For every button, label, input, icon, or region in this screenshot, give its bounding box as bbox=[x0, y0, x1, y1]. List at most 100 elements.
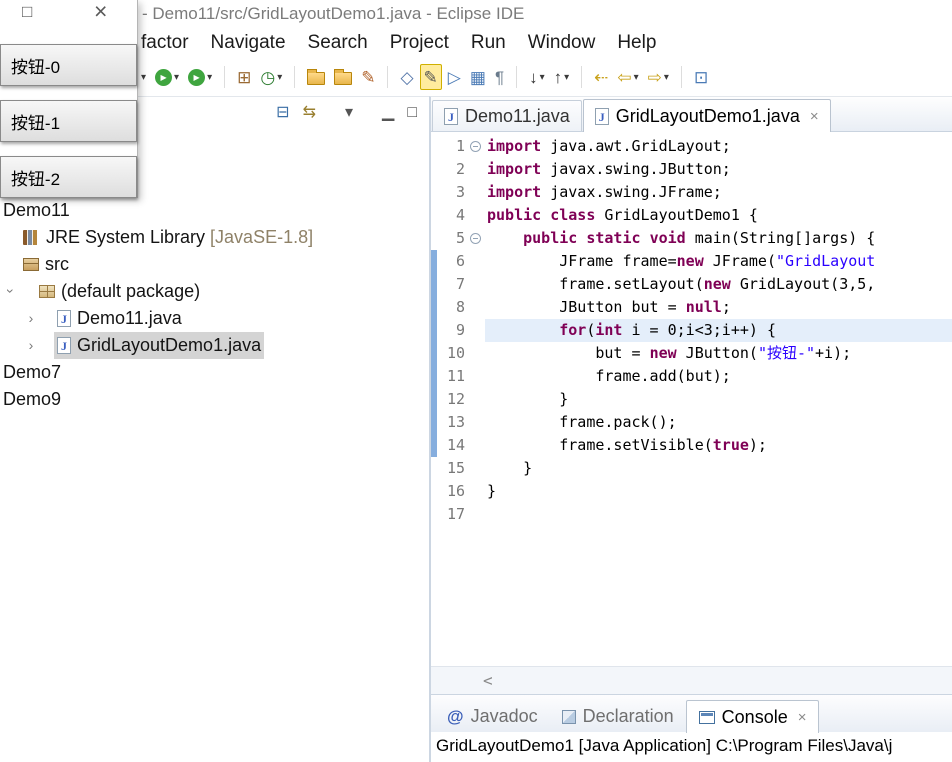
swing-button-0[interactable]: 按钮-0 bbox=[0, 44, 137, 86]
code-text: frame.setLayout(new GridLayout(3,5, bbox=[487, 275, 876, 293]
view-tab-label: Javadoc bbox=[470, 706, 538, 726]
tree-item-demo7[interactable]: Demo7 bbox=[0, 359, 429, 386]
line-number: 11 bbox=[446, 367, 465, 385]
menu-item-run[interactable]: Run bbox=[460, 32, 517, 54]
tree-item-default-package[interactable]: › (default package) bbox=[0, 278, 429, 305]
last-edit-location-icon[interactable]: ⇠ bbox=[591, 64, 611, 90]
menu-item-factor[interactable]: factor bbox=[130, 32, 200, 54]
code-text: JButton but = null; bbox=[487, 298, 731, 316]
menu-item-help[interactable]: Help bbox=[606, 32, 667, 54]
code-line-2[interactable]: 2 import javax.swing.JButton; bbox=[431, 158, 952, 181]
close-tab-icon[interactable]: × bbox=[810, 108, 819, 125]
collapse-all-icon[interactable]: ⊟ bbox=[276, 105, 289, 121]
chevron-collapsed-icon[interactable]: › bbox=[24, 310, 38, 326]
code-line-6[interactable]: 6 JFrame frame=new JFrame("GridLayout bbox=[431, 250, 952, 273]
tree-item-jre-system-library[interactable]: JRE System Library [JavaSE-1.8] bbox=[0, 224, 429, 251]
code-line-13[interactable]: 13 frame.pack(); bbox=[431, 411, 952, 434]
tab-console[interactable]: Console × bbox=[685, 700, 820, 733]
dropdown-arrow-icon: ▾ bbox=[277, 71, 283, 83]
code-line-15[interactable]: 15 } bbox=[431, 457, 952, 480]
show-whitespace-icon[interactable]: ¶ bbox=[492, 64, 507, 90]
line-number: 4 bbox=[455, 206, 465, 224]
open-type-icon[interactable]: ◇ bbox=[397, 64, 416, 90]
code-editor[interactable]: 1 import java.awt.GridLayout; 2 import java… bbox=[431, 132, 952, 666]
chevron-collapsed-icon[interactable]: › bbox=[24, 337, 38, 353]
annotate-pencil-icon[interactable]: ✎ bbox=[358, 64, 378, 90]
mark-occurrences-icon[interactable]: ✎ bbox=[419, 64, 442, 90]
tree-item-label: Demo9 bbox=[3, 389, 62, 409]
fold-collapse-icon[interactable] bbox=[470, 233, 481, 244]
line-number: 17 bbox=[446, 505, 465, 523]
maximize-icon[interactable]: □ bbox=[407, 105, 417, 121]
code-line-17[interactable]: 17 bbox=[431, 503, 952, 526]
swing-button-2[interactable]: 按钮-2 bbox=[0, 156, 137, 198]
next-annotation-icon[interactable]: ↓ ▾ bbox=[526, 64, 548, 90]
tab-javadoc[interactable]: @ Javadoc bbox=[435, 701, 550, 732]
dropdown-arrow-icon: ▾ bbox=[539, 71, 545, 83]
link-with-editor-icon[interactable]: ⇆ bbox=[303, 105, 316, 121]
package-icon bbox=[39, 285, 55, 298]
tree-item-label: GridLayoutDemo1.java bbox=[77, 335, 262, 355]
tree-item-suffix: [JavaSE-1.8] bbox=[205, 227, 314, 247]
tab-declaration[interactable]: Declaration bbox=[550, 701, 686, 732]
tree-item-demo11-java[interactable]: › Demo11.java bbox=[0, 305, 429, 332]
swing-button-label: 按钮-0 bbox=[10, 57, 61, 77]
editor-tab-demo11.java[interactable]: Demo11.java bbox=[432, 100, 582, 131]
code-line-3[interactable]: 3 import javax.swing.JFrame; bbox=[431, 181, 952, 204]
java-icon bbox=[57, 310, 71, 327]
fold-collapse-icon[interactable] bbox=[470, 141, 481, 152]
open-folder-icon[interactable] bbox=[304, 64, 328, 90]
coverage-icon[interactable]: ▶ ▾ bbox=[185, 64, 215, 90]
type-hierarchy-icon[interactable]: ▦ bbox=[467, 64, 489, 90]
code-line-12[interactable]: 12 } bbox=[431, 388, 952, 411]
line-number: 3 bbox=[455, 183, 465, 201]
tree-item-demo9[interactable]: Demo9 bbox=[0, 386, 429, 413]
run-icon[interactable]: ▶ ▾ bbox=[152, 64, 182, 90]
code-line-1[interactable]: 1 import java.awt.GridLayout; bbox=[431, 135, 952, 158]
menu-item-navigate[interactable]: Navigate bbox=[200, 32, 297, 54]
editor-horizontal-scrollbar[interactable]: < bbox=[431, 666, 952, 694]
code-line-8[interactable]: 8 JButton but = null; bbox=[431, 296, 952, 319]
code-line-4[interactable]: 4 public class GridLayoutDemo1 { bbox=[431, 204, 952, 227]
close-view-icon[interactable]: × bbox=[798, 709, 807, 726]
previous-annotation-icon[interactable]: ↑ ▾ bbox=[551, 64, 573, 90]
view-menu-icon[interactable]: ▾ bbox=[345, 105, 353, 121]
java-icon bbox=[57, 337, 71, 354]
code-text: import javax.swing.JButton; bbox=[487, 160, 731, 178]
code-line-11[interactable]: 11 frame.add(but); bbox=[431, 365, 952, 388]
code-text: import javax.swing.JFrame; bbox=[487, 183, 722, 201]
code-line-10[interactable]: 10 but = new JButton("按钮-"+i); bbox=[431, 342, 952, 365]
editor-tab-gridlayoutdemo1.java[interactable]: GridLayoutDemo1.java × bbox=[582, 99, 831, 132]
eclipse-window: - Demo11/src/GridLayoutDemo1.java - Ecli… bbox=[0, 0, 952, 762]
code-line-16[interactable]: 16} bbox=[431, 480, 952, 503]
code-text: JFrame frame=new JFrame("GridLayout bbox=[487, 252, 876, 270]
tree-item-src[interactable]: src bbox=[0, 251, 429, 278]
swing-button-1[interactable]: 按钮-1 bbox=[0, 100, 137, 142]
show-selected-element-icon[interactable]: ▷ bbox=[445, 64, 464, 90]
pin-editor-icon[interactable]: ⊡ bbox=[691, 64, 711, 90]
line-number: 9 bbox=[455, 321, 465, 339]
forward-icon[interactable]: ⇨ ▾ bbox=[645, 64, 672, 90]
tree-item-gridlayoutdemo1-java[interactable]: › GridLayoutDemo1.java bbox=[0, 332, 429, 359]
new-java-project-icon[interactable]: ⊞ bbox=[234, 64, 254, 90]
minimize-icon[interactable]: ▁ bbox=[382, 105, 394, 121]
close-icon[interactable]: × bbox=[94, 0, 107, 25]
chevron-expanded-icon[interactable]: › bbox=[3, 284, 19, 298]
maximize-icon[interactable]: □ bbox=[22, 2, 32, 22]
scroll-left-arrow[interactable]: < bbox=[483, 671, 493, 690]
code-line-7[interactable]: 7 frame.setLayout(new GridLayout(3,5, bbox=[431, 273, 952, 296]
code-line-14[interactable]: 14 frame.setVisible(true); bbox=[431, 434, 952, 457]
code-line-5[interactable]: 5 public static void main(String[]args) … bbox=[431, 227, 952, 250]
external-tools-icon[interactable]: ◷ ▾ bbox=[257, 64, 285, 90]
code-text: public class GridLayoutDemo1 { bbox=[487, 206, 758, 224]
menu-item-window[interactable]: Window bbox=[517, 32, 607, 54]
menu-item-search[interactable]: Search bbox=[297, 32, 379, 54]
back-icon[interactable]: ⇦ ▾ bbox=[614, 64, 641, 90]
tree-item-demo11[interactable]: Demo11 bbox=[0, 197, 429, 224]
menu-item-project[interactable]: Project bbox=[379, 32, 460, 54]
code-line-9[interactable]: 9 for(int i = 0;i<3;i++) { bbox=[431, 319, 952, 342]
demo-window-titlebar[interactable]: □ × bbox=[0, 0, 137, 44]
import-folder-icon[interactable] bbox=[331, 64, 355, 90]
line-number: 8 bbox=[455, 298, 465, 316]
line-number: 12 bbox=[446, 390, 465, 408]
